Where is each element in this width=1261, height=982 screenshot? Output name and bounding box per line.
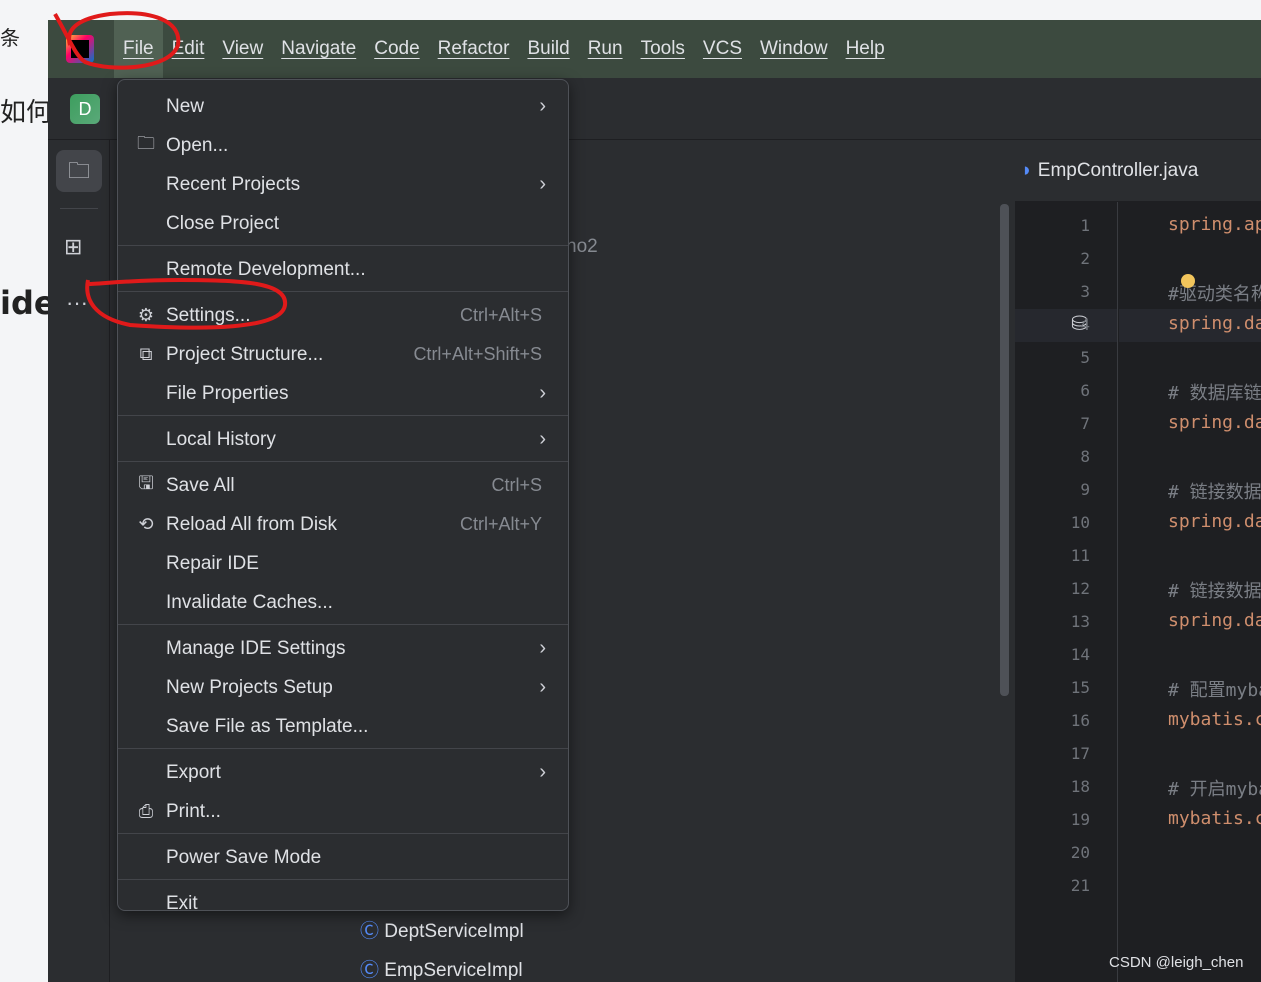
red-annotation bbox=[53, 11, 288, 330]
watermark: CSDN @leigh_chen bbox=[1109, 954, 1244, 971]
